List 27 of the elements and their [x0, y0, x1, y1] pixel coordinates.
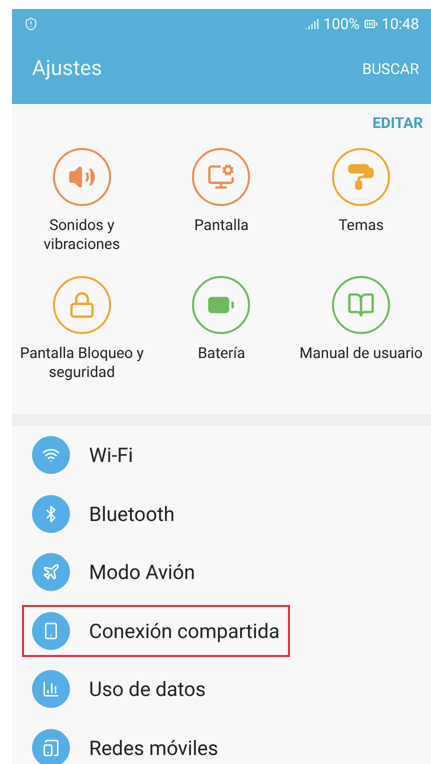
clock: 10:48: [382, 14, 419, 35]
tile-label: Batería: [196, 344, 246, 363]
battery-percent: 100%: [323, 14, 360, 35]
lock-icon: [68, 291, 96, 319]
airplane-icon: [32, 553, 70, 592]
settings-item[interactable]: Uso de datos: [22, 663, 216, 716]
phone-icon: [32, 612, 70, 650]
alert-shield-icon: [24, 17, 38, 31]
app-title: Ajustes: [32, 56, 102, 83]
bluetooth-icon: [32, 494, 70, 533]
settings-item[interactable]: Bluetooth: [22, 488, 185, 540]
bar-chart-icon: [32, 670, 70, 708]
tile-label: Manual de usuario: [299, 344, 424, 363]
tile-label: Pantalla Bloqueo y seguridad: [20, 344, 144, 382]
screen-gear-icon: [207, 163, 236, 191]
signal-icon: [305, 17, 320, 31]
book-icon: [347, 291, 376, 319]
tile-label: Sonidos y vibraciones: [42, 216, 121, 254]
battery-icon: [364, 17, 378, 31]
settings-item[interactable]: Modo Avión: [22, 546, 206, 598]
tile-label: Temas: [338, 216, 385, 235]
paint-roller-icon: [347, 163, 376, 191]
wifi-icon: [32, 436, 70, 474]
settings-item[interactable]: Redes móviles: [22, 722, 228, 764]
settings-item[interactable]: Wi-Fi: [22, 429, 144, 482]
tile-label: Pantalla: [193, 216, 250, 235]
settings-item[interactable]: Conexión compartida: [22, 604, 290, 657]
